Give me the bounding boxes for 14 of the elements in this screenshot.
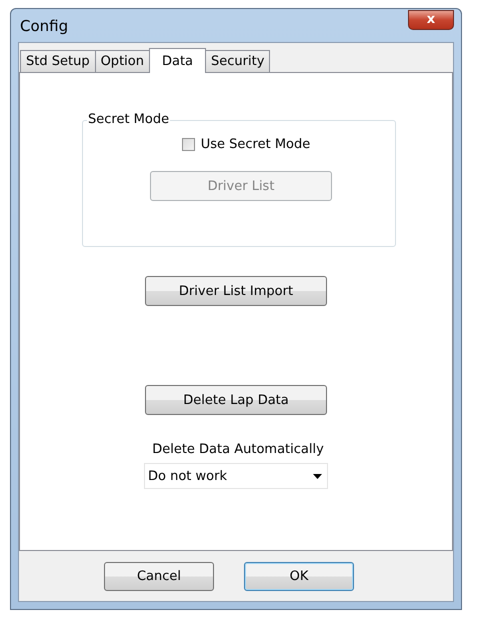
field-label: Delete Data Automatically	[152, 442, 324, 457]
window-title: Config	[19, 16, 68, 34]
tab[interactable]: Security	[205, 50, 270, 72]
tab[interactable]: Data	[148, 48, 206, 73]
close-button[interactable]: x	[408, 10, 454, 30]
tab[interactable]: Std Setup	[20, 50, 96, 72]
dialog-button[interactable]: OK	[244, 562, 354, 590]
dropdown[interactable]: Do not work	[144, 463, 328, 489]
import-button[interactable]: Driver List Import	[145, 276, 327, 306]
dialog-button[interactable]: Cancel	[104, 562, 214, 590]
checkbox[interactable]: Use Secret Mode	[182, 137, 310, 152]
tab[interactable]: Option	[94, 50, 150, 72]
delete-button[interactable]: Delete Lap Data	[145, 385, 327, 415]
caret-icon	[313, 474, 322, 478]
